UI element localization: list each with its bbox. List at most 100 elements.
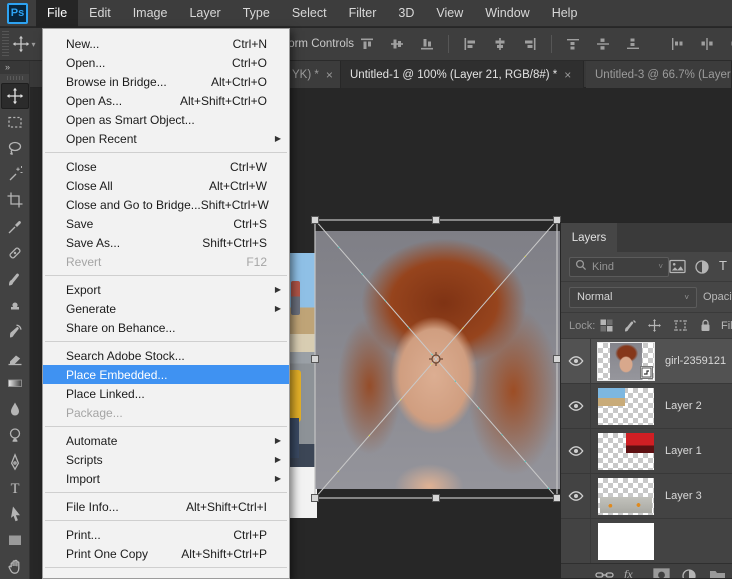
eraser-tool[interactable]: [1, 344, 29, 370]
document-tab-untitled-1-100-layer-21-rgb-8[interactable]: Untitled-1 @ 100% (Layer 21, RGB/8#) * ×: [341, 61, 584, 88]
lock-transparent-pixels-icon[interactable]: [599, 318, 614, 336]
tab-close-icon[interactable]: ×: [564, 68, 571, 82]
layer-visibility-toggle[interactable]: [561, 474, 591, 518]
layer-thumbnail[interactable]: [598, 478, 654, 515]
layer-row-layer-1[interactable]: Layer 1: [561, 429, 732, 474]
layer-row-layer-2[interactable]: Layer 2: [561, 384, 732, 429]
menu-item-close-all[interactable]: Close All Alt+Ctrl+W: [43, 176, 289, 195]
layer-style-fx-icon[interactable]: fx: [624, 567, 633, 578]
menu-item-close-and-go-to-bridge[interactable]: Close and Go to Bridge... Shift+Ctrl+W: [43, 195, 289, 214]
gradient-tool[interactable]: [1, 370, 29, 396]
document-tab-yk[interactable]: YK) * ×: [283, 61, 341, 88]
menu-item-close[interactable]: Close Ctrl+W: [43, 157, 289, 176]
layer-thumbnail[interactable]: [597, 342, 655, 381]
tab-layers[interactable]: Layers: [561, 223, 617, 252]
lock-position-icon[interactable]: [647, 318, 662, 336]
path-selection-tool[interactable]: [1, 501, 29, 527]
distribute-right-icon[interactable]: [726, 34, 732, 54]
lock-all-icon[interactable]: [698, 318, 713, 336]
eyedropper-tool[interactable]: [1, 214, 29, 240]
layer-thumbnail[interactable]: [598, 388, 654, 425]
menu-item-search-adobe-stock[interactable]: Search Adobe Stock...: [43, 346, 289, 365]
kind-filter-dropdown[interactable]: Kind ˅: [569, 256, 669, 277]
menubar-item-select[interactable]: Select: [281, 0, 338, 27]
toolbar-grip[interactable]: [6, 76, 23, 80]
distribute-left-icon[interactable]: [666, 34, 688, 54]
menu-item-open-as-smart-object[interactable]: Open as Smart Object...: [43, 110, 289, 129]
align-vcenter-icon[interactable]: [386, 34, 408, 54]
layer-row-layer-3[interactable]: Layer 3: [561, 474, 732, 519]
new-adjustment-layer-icon[interactable]: [681, 568, 697, 578]
filter-adjustment-layers-icon[interactable]: [694, 259, 710, 278]
menubar-item-layer[interactable]: Layer: [178, 0, 231, 27]
tool-preset-picker[interactable]: ▾: [9, 31, 39, 57]
rectangle-tool[interactable]: [1, 527, 29, 553]
crop-tool[interactable]: [1, 187, 29, 213]
menu-item-scripts[interactable]: Scripts ▶: [43, 450, 289, 469]
menubar-item-file[interactable]: File: [36, 0, 79, 27]
layer-thumbnail[interactable]: [598, 433, 654, 470]
layer-row-background[interactable]: [561, 519, 732, 563]
new-group-icon[interactable]: [709, 568, 726, 578]
history-brush-tool[interactable]: [1, 318, 29, 344]
menu-item-share-on-behance[interactable]: Share on Behance...: [43, 318, 289, 337]
layer-name[interactable]: girl-2359121: [665, 355, 726, 367]
layer-thumbnail[interactable]: [598, 523, 654, 560]
distribute-bottom-icon[interactable]: [622, 34, 644, 54]
link-layers-icon[interactable]: [595, 568, 614, 578]
menu-item-open[interactable]: Open... Ctrl+O: [43, 53, 289, 72]
align-hcenter-icon[interactable]: [489, 34, 511, 54]
menu-item-browse-in-bridge[interactable]: Browse in Bridge... Alt+Ctrl+O: [43, 72, 289, 91]
distribute-vcenter-icon[interactable]: [592, 34, 614, 54]
menubar-item-filter[interactable]: Filter: [338, 0, 388, 27]
lasso-tool[interactable]: [1, 135, 29, 161]
menu-item-automate[interactable]: Automate ▶: [43, 431, 289, 450]
layer-name[interactable]: Layer 3: [665, 490, 702, 502]
menu-item-export[interactable]: Export ▶: [43, 280, 289, 299]
magic-wand-tool[interactable]: [1, 161, 29, 187]
menu-item-new[interactable]: New... Ctrl+N: [43, 34, 289, 53]
free-transform-box[interactable]: [306, 211, 568, 507]
layer-visibility-toggle[interactable]: [561, 429, 591, 473]
pen-tool[interactable]: [1, 449, 29, 475]
menu-item-save-as[interactable]: Save As... Shift+Ctrl+S: [43, 233, 289, 252]
menubar-item-type[interactable]: Type: [232, 0, 281, 27]
align-right-icon[interactable]: [519, 34, 541, 54]
layer-visibility-toggle[interactable]: [561, 519, 591, 563]
tab-close-icon[interactable]: ×: [326, 68, 333, 82]
document-tab-untitled-3-66-7-layer[interactable]: Untitled-3 @ 66.7% (Layer: [586, 61, 732, 88]
menu-item-file-info[interactable]: File Info... Alt+Shift+Ctrl+I: [43, 497, 289, 516]
menu-item-print[interactable]: Print... Ctrl+P: [43, 525, 289, 544]
filter-pixel-layers-icon[interactable]: [669, 259, 686, 277]
menu-item-place-embedded[interactable]: Place Embedded...: [43, 365, 289, 384]
type-tool[interactable]: T: [1, 475, 29, 501]
distribute-top-icon[interactable]: [562, 34, 584, 54]
menu-item-place-linked[interactable]: Place Linked...: [43, 384, 289, 403]
menu-item-open-as[interactable]: Open As... Alt+Shift+Ctrl+O: [43, 91, 289, 110]
brush-tool[interactable]: [1, 266, 29, 292]
move-tool[interactable]: [0, 82, 29, 110]
options-bar-grip[interactable]: [2, 31, 9, 57]
layer-visibility-toggle[interactable]: [561, 384, 591, 428]
align-top-icon[interactable]: [356, 34, 378, 54]
lock-artboard-icon[interactable]: [673, 318, 688, 336]
marquee-tool[interactable]: [1, 109, 29, 135]
menu-item-save[interactable]: Save Ctrl+S: [43, 214, 289, 233]
layer-name[interactable]: Layer 2: [665, 400, 702, 412]
hand-tool[interactable]: [1, 553, 29, 579]
add-layer-mask-icon[interactable]: [653, 568, 670, 578]
menubar-item-help[interactable]: Help: [541, 0, 589, 27]
layer-row-girl-2359121[interactable]: girl-2359121: [561, 339, 732, 384]
menu-item-open-recent[interactable]: Open Recent ▶: [43, 129, 289, 148]
filter-type-layers-icon[interactable]: T: [719, 258, 727, 273]
menubar-item-window[interactable]: Window: [474, 0, 540, 27]
align-left-icon[interactable]: [459, 34, 481, 54]
blend-mode-dropdown[interactable]: Normal ˅: [569, 286, 697, 308]
layer-name[interactable]: Layer 1: [665, 445, 702, 457]
clone-stamp-tool[interactable]: [1, 292, 29, 318]
menu-item-generate[interactable]: Generate ▶: [43, 299, 289, 318]
menu-item-print-one-copy[interactable]: Print One Copy Alt+Shift+Ctrl+P: [43, 544, 289, 563]
blur-tool[interactable]: [1, 396, 29, 422]
dodge-tool[interactable]: [1, 422, 29, 448]
menubar-item-view[interactable]: View: [425, 0, 474, 27]
